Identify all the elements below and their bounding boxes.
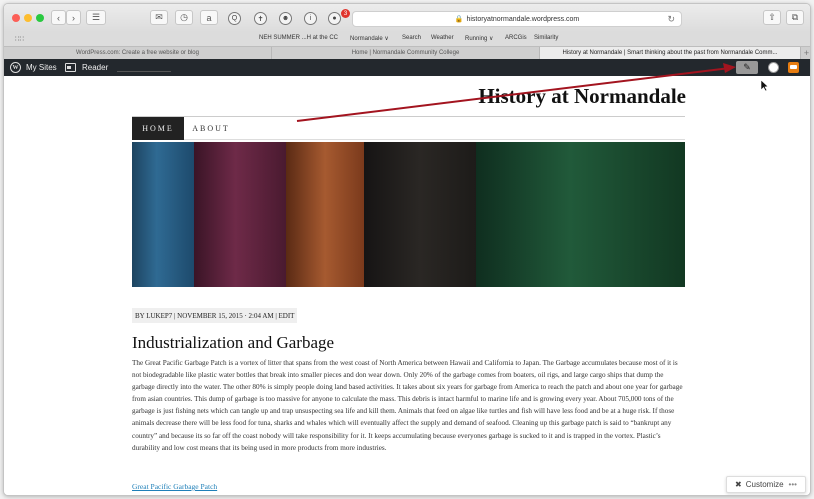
plus-icon: + bbox=[803, 48, 810, 58]
post-body: The Great Pacific Garbage Patch is a vor… bbox=[132, 359, 683, 452]
clock-icon: ◷ bbox=[180, 12, 188, 22]
envelope-icon: ✉ bbox=[155, 12, 163, 22]
tab-normandale-home[interactable]: Home | Normandale Community College bbox=[272, 47, 540, 59]
bookmark-item[interactable]: NEH SUMMER ...H at the CC bbox=[259, 35, 338, 41]
new-tab-button[interactable]: + bbox=[801, 47, 810, 59]
reader-link[interactable]: Reader bbox=[82, 63, 108, 72]
wordpress-logo-icon[interactable]: W bbox=[10, 62, 21, 73]
more-icon[interactable]: ••• bbox=[789, 480, 797, 489]
tab-bar: WordPress.com: Create a free website or … bbox=[4, 46, 810, 59]
bookmark-item[interactable]: Search bbox=[402, 35, 421, 41]
header-image-book bbox=[476, 142, 685, 287]
search-extension-button[interactable]: Q bbox=[228, 12, 241, 25]
lock-icon: 🔒 bbox=[454, 16, 464, 23]
header-image-book bbox=[194, 142, 286, 287]
forward-button[interactable]: › bbox=[66, 10, 81, 25]
customize-button[interactable]: ✖ Customize ••• bbox=[726, 476, 806, 493]
header-image-book bbox=[286, 142, 364, 287]
bookmark-item[interactable]: Normandale ∨ bbox=[350, 35, 389, 42]
extension-badge: 3 bbox=[341, 9, 350, 18]
bookmark-item[interactable]: Running ∨ bbox=[465, 35, 493, 42]
chevron-right-icon: › bbox=[72, 12, 75, 23]
bookmark-item[interactable]: Weather bbox=[431, 35, 454, 41]
tab-label: History at Normandale | Smart thinking a… bbox=[562, 50, 778, 56]
pencil-icon: ✎ bbox=[743, 62, 751, 72]
post-meta: BY LUKEP7 | NOVEMBER 15, 2015 · 2:04 AM … bbox=[132, 308, 298, 323]
customize-label: Customize bbox=[745, 480, 784, 489]
my-sites-link[interactable]: My Sites bbox=[26, 63, 57, 72]
bell-icon: ● bbox=[332, 15, 337, 22]
zoom-window-button[interactable] bbox=[36, 14, 44, 22]
browser-window: ‹ › ☰ ✉ ◷ a Q ✝ ☻ i ● 3 🔒 historyatnorma… bbox=[3, 3, 811, 496]
share-icon: ⇧ bbox=[768, 12, 776, 22]
mail-extension-button[interactable]: ✉ bbox=[150, 10, 168, 25]
wp-admin-bar: W My Sites Reader ✎ bbox=[4, 59, 810, 76]
tab-history-at-normandale[interactable]: History at Normandale | Smart thinking a… bbox=[540, 47, 801, 59]
notifications-icon[interactable] bbox=[788, 62, 799, 73]
url-text: historyatnormandale.wordpress.com bbox=[466, 15, 580, 23]
header-image-book bbox=[364, 142, 476, 287]
bookmark-item[interactable]: ARCGis bbox=[505, 35, 527, 41]
tab-label: WordPress.com: Create a free website or … bbox=[76, 50, 199, 56]
post-title[interactable]: Industrialization and Garbage bbox=[132, 333, 334, 353]
primary-nav: HOME ABOUT bbox=[132, 116, 685, 140]
tools-extension-button[interactable]: ✝ bbox=[254, 12, 267, 25]
circle-extension-button[interactable]: i bbox=[304, 12, 317, 25]
site-title[interactable]: History at Normandale bbox=[478, 84, 686, 109]
back-button[interactable]: ‹ bbox=[51, 10, 66, 25]
page-content: History at Normandale HOME ABOUT BY LUKE… bbox=[4, 76, 810, 495]
tab-label: Home | Normandale Community College bbox=[351, 50, 460, 56]
tabs-overview-icon: ⧉ bbox=[791, 12, 799, 22]
address-bar[interactable]: 🔒 historyatnormandale.wordpress.com ↻ bbox=[352, 11, 682, 27]
post-link[interactable]: Great Pacific Garbage Patch bbox=[132, 482, 217, 491]
tab-wordpress[interactable]: WordPress.com: Create a free website or … bbox=[4, 47, 272, 59]
apps-grid-icon[interactable]: ∷∷ bbox=[15, 35, 24, 43]
header-image bbox=[132, 142, 685, 287]
nav-item-home[interactable]: HOME bbox=[132, 117, 184, 140]
sidebar-icon: ☰ bbox=[91, 12, 101, 22]
person-extension-button[interactable]: ☻ bbox=[279, 12, 292, 25]
bookmarks-bar: ∷∷ NEH SUMMER ...H at the CC Normandale … bbox=[4, 32, 810, 46]
chevron-left-icon: ‹ bbox=[57, 12, 60, 23]
amazon-icon: a bbox=[206, 12, 212, 23]
info-icon: i bbox=[309, 15, 312, 22]
reader-icon[interactable] bbox=[65, 63, 76, 72]
tabs-overview-button[interactable]: ⧉ bbox=[786, 10, 804, 25]
bookmark-item[interactable]: Similarity bbox=[534, 35, 558, 41]
nav-label: ABOUT bbox=[192, 124, 230, 133]
share-button[interactable]: ⇧ bbox=[763, 10, 781, 25]
browser-toolbar: ‹ › ☰ ✉ ◷ a Q ✝ ☻ i ● 3 🔒 historyatnorma… bbox=[4, 4, 810, 32]
header-image-book bbox=[132, 142, 194, 287]
write-post-button[interactable]: ✎ bbox=[736, 61, 758, 74]
reload-icon[interactable]: ↻ bbox=[667, 14, 675, 25]
clock-extension-button[interactable]: ◷ bbox=[175, 10, 193, 25]
search-icon: Q bbox=[231, 15, 238, 22]
nav-label: HOME bbox=[142, 124, 174, 133]
wrench-icon: ✝ bbox=[257, 15, 264, 23]
close-window-button[interactable] bbox=[12, 14, 20, 22]
avatar[interactable] bbox=[768, 62, 779, 73]
admin-bar-underline bbox=[117, 71, 171, 72]
notification-extension-button[interactable]: ● bbox=[328, 12, 341, 25]
minimize-window-button[interactable] bbox=[24, 14, 32, 22]
person-icon: ☻ bbox=[281, 15, 290, 22]
amazon-extension-button[interactable]: a bbox=[200, 10, 218, 25]
nav-item-about[interactable]: ABOUT bbox=[184, 117, 238, 140]
sidebar-toggle-button[interactable]: ☰ bbox=[86, 10, 106, 25]
tools-icon: ✖ bbox=[735, 480, 742, 489]
